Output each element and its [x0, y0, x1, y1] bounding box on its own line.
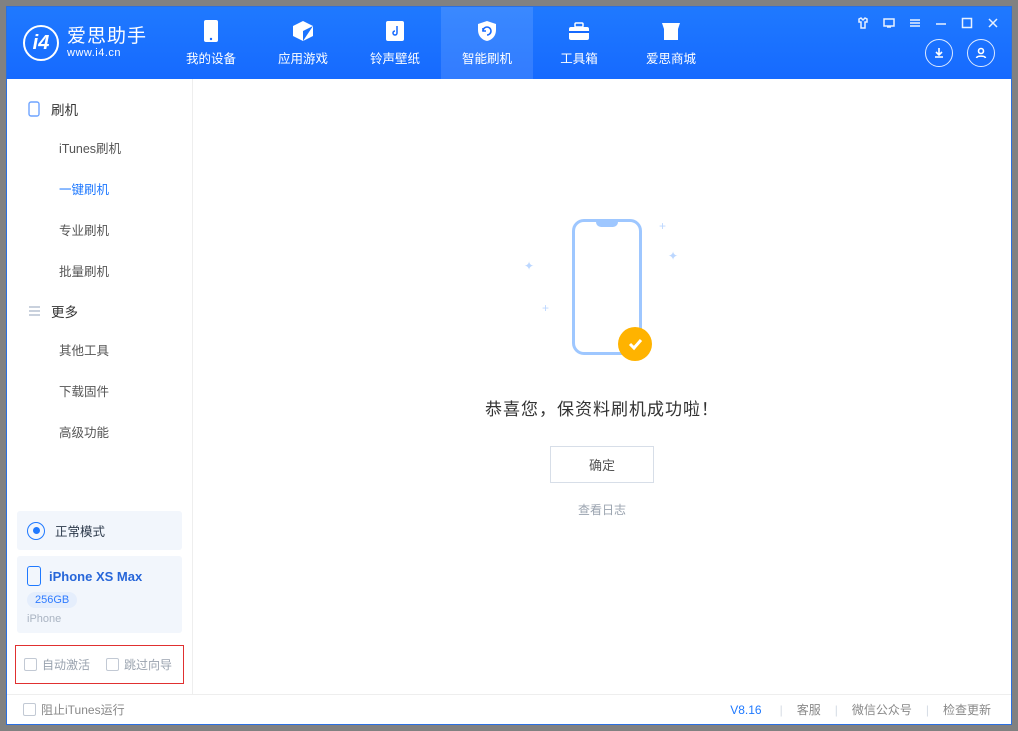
device-small-icon — [27, 102, 41, 116]
footer-link-wechat[interactable]: 微信公众号 — [848, 701, 916, 718]
sidebar-item-other-tools[interactable]: 其他工具 — [7, 329, 192, 370]
device-card[interactable]: iPhone XS Max 256GB iPhone — [17, 556, 182, 633]
app-name: 爱思助手 — [67, 27, 147, 48]
shirt-icon[interactable] — [855, 15, 871, 31]
nav-ringtones-wallpapers[interactable]: 铃声壁纸 — [349, 7, 441, 79]
top-nav: 我的设备 应用游戏 铃声壁纸 智能刷机 工具箱 爱思商城 — [165, 7, 717, 79]
checkbox-label: 阻止iTunes运行 — [41, 701, 125, 718]
device-mode-card[interactable]: 正常模式 — [17, 511, 182, 550]
account-button[interactable] — [967, 39, 995, 67]
logo: i4 爱思助手 www.i4.cn — [7, 7, 165, 79]
nav-apps-games[interactable]: 应用游戏 — [257, 7, 349, 79]
status-bar: 阻止iTunes运行 V8.16 | 客服 | 微信公众号 | 检查更新 — [7, 694, 1011, 724]
sidebar-item-batch-flash[interactable]: 批量刷机 — [7, 250, 192, 291]
sparkle-icon: + — [659, 219, 666, 233]
title-bar: i4 爱思助手 www.i4.cn 我的设备 应用游戏 铃声壁纸 智能刷机 — [7, 7, 1011, 79]
skip-guide-checkbox[interactable]: 跳过向导 — [106, 656, 172, 673]
sidebar: 刷机 iTunes刷机 一键刷机 专业刷机 批量刷机 更多 其他工具 下载固件 … — [7, 79, 193, 694]
checkbox-icon — [24, 658, 37, 671]
music-file-icon — [383, 19, 407, 43]
checkbox-icon — [23, 703, 36, 716]
nav-label: 铃声壁纸 — [370, 48, 420, 67]
logo-icon: i4 — [23, 25, 59, 61]
device-name: iPhone XS Max — [49, 569, 142, 584]
check-badge-icon — [618, 327, 652, 361]
sidebar-item-download-firmware[interactable]: 下载固件 — [7, 370, 192, 411]
cube-icon — [291, 19, 315, 43]
minimize-button[interactable] — [933, 15, 949, 31]
nav-label: 爱思商城 — [646, 48, 696, 67]
checkbox-label: 跳过向导 — [124, 656, 172, 673]
checkbox-label: 自动激活 — [42, 656, 90, 673]
maximize-button[interactable] — [959, 15, 975, 31]
list-small-icon — [27, 304, 41, 318]
highlighted-options: 自动激活 跳过向导 — [15, 645, 184, 684]
sidebar-group-more: 更多 — [7, 291, 192, 329]
app-domain: www.i4.cn — [67, 47, 147, 59]
nav-my-device[interactable]: 我的设备 — [165, 7, 257, 79]
refresh-shield-icon — [475, 19, 499, 43]
mode-indicator-icon — [27, 522, 45, 540]
view-log-link[interactable]: 查看日志 — [578, 501, 626, 518]
nav-label: 我的设备 — [186, 48, 236, 67]
body: 刷机 iTunes刷机 一键刷机 专业刷机 批量刷机 更多 其他工具 下载固件 … — [7, 79, 1011, 694]
block-itunes-checkbox[interactable]: 阻止iTunes运行 — [23, 701, 125, 718]
main-content: ✦ + ✦ + 恭喜您，保资料刷机成功啦！ 确定 查看日志 — [193, 79, 1011, 694]
close-button[interactable] — [985, 15, 1001, 31]
footer-link-support[interactable]: 客服 — [793, 701, 825, 718]
device-type: iPhone — [27, 613, 172, 625]
app-window: i4 爱思助手 www.i4.cn 我的设备 应用游戏 铃声壁纸 智能刷机 — [6, 6, 1012, 725]
window-controls — [855, 15, 1001, 31]
success-message: 恭喜您，保资料刷机成功啦！ — [485, 395, 719, 420]
sparkle-icon: + — [542, 301, 549, 315]
storage-badge: 256GB — [27, 592, 77, 608]
download-button[interactable] — [925, 39, 953, 67]
sidebar-group-flash: 刷机 — [7, 89, 192, 127]
sidebar-item-pro-flash[interactable]: 专业刷机 — [7, 209, 192, 250]
mode-label: 正常模式 — [55, 521, 105, 540]
device-panel: 正常模式 iPhone XS Max 256GB iPhone — [7, 501, 192, 639]
shop-icon — [659, 19, 683, 43]
sidebar-item-advanced[interactable]: 高级功能 — [7, 411, 192, 452]
header-actions — [925, 39, 995, 67]
nav-smart-flash[interactable]: 智能刷机 — [441, 7, 533, 79]
sidebar-item-oneclick-flash[interactable]: 一键刷机 — [7, 168, 192, 209]
auto-activate-checkbox[interactable]: 自动激活 — [24, 656, 90, 673]
nav-shop[interactable]: 爱思商城 — [625, 7, 717, 79]
group-label: 刷机 — [51, 99, 78, 119]
sparkle-icon: ✦ — [524, 259, 534, 273]
nav-label: 智能刷机 — [462, 48, 512, 67]
checkbox-icon — [106, 658, 119, 671]
success-illustration: ✦ + ✦ + — [542, 219, 662, 369]
nav-toolbox[interactable]: 工具箱 — [533, 7, 625, 79]
sidebar-item-itunes-flash[interactable]: iTunes刷机 — [7, 127, 192, 168]
nav-label: 工具箱 — [560, 48, 598, 67]
nav-label: 应用游戏 — [278, 48, 328, 67]
phone-small-icon — [27, 566, 41, 586]
group-label: 更多 — [51, 301, 78, 321]
dropdown-icon[interactable] — [881, 15, 897, 31]
toolbox-icon — [567, 19, 591, 43]
ok-button[interactable]: 确定 — [550, 446, 654, 483]
version-label: V8.16 — [730, 703, 761, 717]
footer-link-check-update[interactable]: 检查更新 — [939, 701, 995, 718]
phone-icon — [199, 19, 223, 43]
menu-icon[interactable] — [907, 15, 923, 31]
sparkle-icon: ✦ — [668, 249, 678, 263]
